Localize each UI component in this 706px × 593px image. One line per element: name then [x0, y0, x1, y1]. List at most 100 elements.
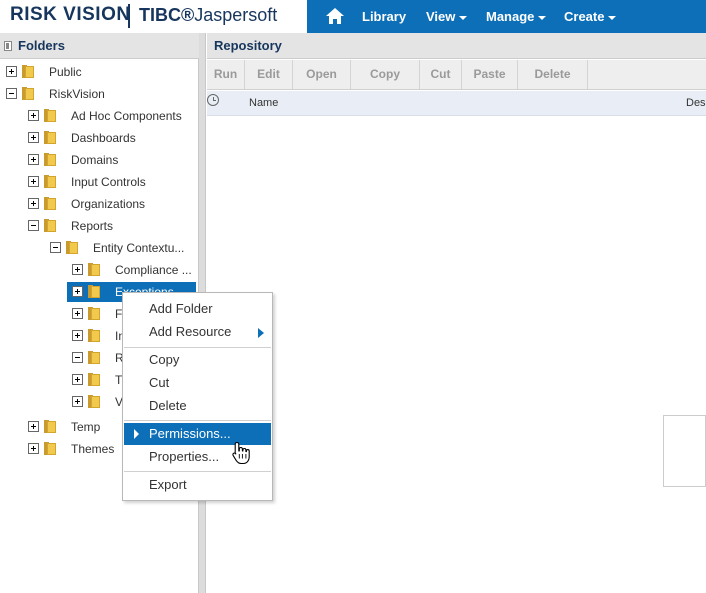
menu-item-label: Delete — [149, 398, 187, 413]
chevron-down-icon — [538, 15, 547, 20]
tree-item-label: Temp — [71, 420, 101, 434]
expand-icon[interactable] — [28, 443, 39, 454]
tree-item-domains[interactable]: Domains — [0, 150, 199, 170]
expand-icon[interactable] — [72, 396, 83, 407]
collapse-icon[interactable] — [6, 88, 17, 99]
folder-open-icon — [44, 219, 56, 232]
vendor-logo-symbol: ® — [181, 5, 195, 25]
menu-item-export[interactable]: Export — [124, 474, 271, 496]
expand-icon[interactable] — [72, 308, 83, 319]
menu-item-label: Cut — [149, 375, 170, 390]
menu-item-label: Export — [149, 477, 187, 492]
expand-icon[interactable] — [28, 421, 39, 432]
expand-icon[interactable] — [72, 374, 83, 385]
nav-manage[interactable]: Manage — [486, 9, 547, 24]
repository-panel: Repository Run Edit Open Copy Cut Paste … — [207, 33, 706, 593]
menu-item-label: Copy — [149, 352, 180, 367]
nav-create-label: Create — [564, 9, 605, 24]
top-header: RISK VISION TIBC®Jaspersoft Library View… — [0, 0, 706, 33]
menu-item-label: Permissions... — [149, 426, 231, 441]
folder-icon — [88, 285, 100, 298]
tree-item-label: RiskVision — [49, 87, 105, 101]
tree-item-label: Input Controls — [71, 175, 146, 189]
menu-item-cut[interactable]: Cut — [124, 372, 271, 394]
menu-item-label: Add Folder — [149, 301, 213, 316]
tree-item-reports[interactable]: Reports — [0, 216, 199, 236]
clock-icon[interactable] — [207, 94, 219, 106]
tree-item-input-controls[interactable]: Input Controls — [0, 172, 199, 192]
tree-item-label: Reports — [71, 219, 114, 233]
edit-button[interactable]: Edit — [245, 60, 293, 89]
tree-item-label: Domains — [71, 153, 119, 167]
product-logo: RISK VISION — [10, 4, 131, 25]
run-button[interactable]: Run — [207, 60, 245, 89]
tree-item-public[interactable]: Public — [0, 62, 199, 82]
folder-icon — [88, 373, 100, 386]
collapse-icon[interactable] — [28, 220, 39, 231]
delete-button[interactable]: Delete — [518, 60, 588, 89]
menu-item-add-folder[interactable]: Add Folder — [124, 298, 271, 320]
tree-item-dashboards[interactable]: Dashboards — [0, 128, 199, 148]
folder-icon — [44, 420, 56, 433]
tree-item-label: Dashboards — [71, 131, 136, 145]
expand-icon[interactable] — [28, 176, 39, 187]
nav-library-label: Library — [362, 9, 407, 24]
hand-cursor-icon — [231, 441, 253, 465]
menu-divider — [124, 420, 271, 421]
folder-icon — [44, 131, 56, 144]
tree-item-compliance[interactable]: Compliance ... — [0, 260, 199, 280]
nav-view[interactable]: View — [426, 9, 468, 24]
vendor-logo-light: Jaspersoft — [194, 5, 278, 25]
tree-item-organizations[interactable]: Organizations — [0, 194, 199, 214]
menu-item-delete[interactable]: Delete — [124, 395, 271, 417]
menu-item-label: Add Resource — [149, 324, 232, 339]
expand-icon[interactable] — [28, 132, 39, 143]
repository-panel-header: Repository — [207, 33, 706, 59]
home-icon[interactable] — [325, 7, 345, 25]
tree-item-label: Compliance ... — [115, 263, 192, 277]
folder-icon — [44, 175, 56, 188]
expand-icon[interactable] — [28, 110, 39, 121]
expand-icon[interactable] — [28, 154, 39, 165]
submenu-arrow-icon — [258, 328, 264, 338]
menu-item-add-resource[interactable]: Add Resource — [124, 321, 271, 343]
menu-divider — [124, 347, 271, 348]
paste-button[interactable]: Paste — [462, 60, 518, 89]
vendor-logo: TIBC®Jaspersoft — [139, 5, 277, 26]
menu-item-copy[interactable]: Copy — [124, 349, 271, 371]
tree-item-ad-hoc-components[interactable]: Ad Hoc Components — [0, 106, 199, 126]
copy-button[interactable]: Copy — [351, 60, 420, 89]
collapse-icon[interactable] — [72, 352, 83, 363]
open-button[interactable]: Open — [293, 60, 351, 89]
nav-library[interactable]: Library — [362, 9, 406, 24]
chevron-down-icon — [459, 15, 468, 20]
collapse-icon[interactable] — [50, 242, 61, 253]
cut-button[interactable]: Cut — [420, 60, 462, 89]
expand-icon[interactable] — [6, 66, 17, 77]
tree-item-riskvision[interactable]: RiskVision — [0, 84, 199, 104]
tree-item-entity-contextual[interactable]: Entity Contextu... — [0, 238, 199, 258]
column-description[interactable]: Des — [686, 97, 706, 109]
folder-icon — [88, 263, 100, 276]
tree-item-label: Public — [49, 65, 82, 79]
expand-icon[interactable] — [72, 330, 83, 341]
column-name[interactable]: Name — [249, 97, 278, 109]
folder-icon — [88, 329, 100, 342]
nav-manage-label: Manage — [486, 9, 535, 24]
folder-icon — [44, 442, 56, 455]
tree-item-label: Ad Hoc Components — [71, 109, 182, 123]
folders-title: Folders — [18, 38, 65, 53]
expand-icon[interactable] — [28, 198, 39, 209]
tree-item-label: Themes — [71, 442, 115, 456]
expand-icon[interactable] — [72, 286, 83, 297]
folder-icon — [44, 197, 56, 210]
tree-item-label: Entity Contextu... — [93, 241, 185, 255]
expand-icon[interactable] — [72, 264, 83, 275]
vendor-logo-bold: TIBC — [139, 5, 181, 25]
menu-divider — [124, 471, 271, 472]
collapse-panel-icon[interactable] — [4, 41, 12, 51]
brand-logo-area: RISK VISION TIBC®Jaspersoft — [0, 0, 307, 33]
nav-create[interactable]: Create — [564, 9, 617, 24]
folder-icon — [88, 395, 100, 408]
menu-item-label: Properties... — [149, 449, 220, 464]
